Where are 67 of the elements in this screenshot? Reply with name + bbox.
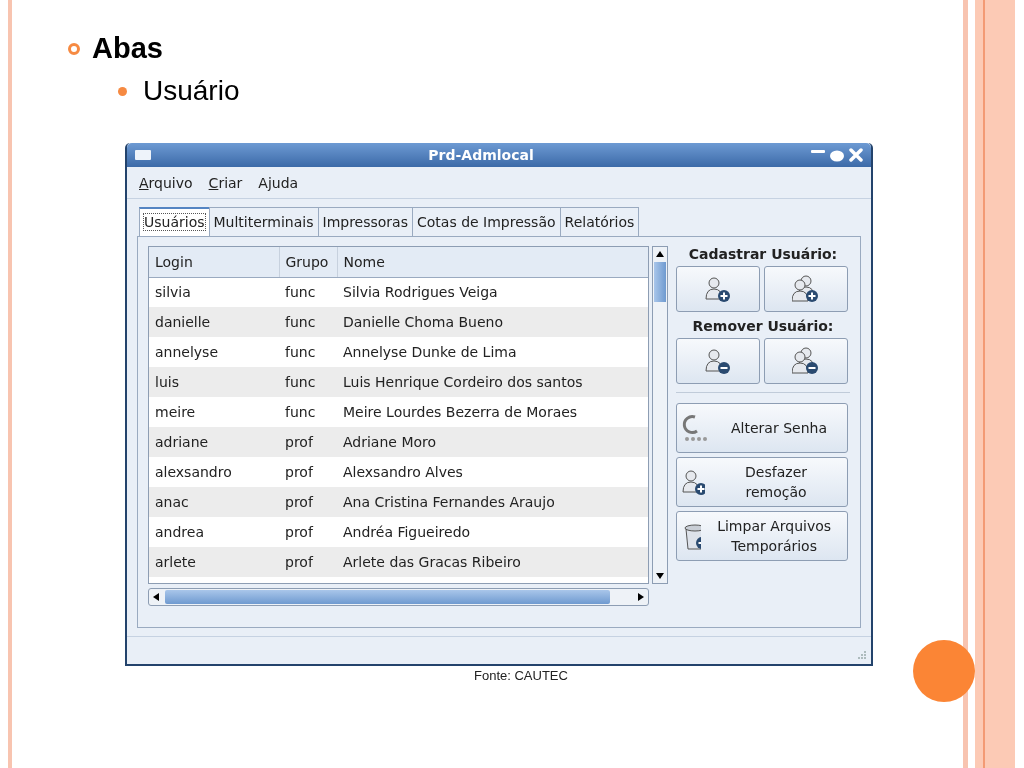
table-cell: silvia (149, 277, 279, 307)
menu-item[interactable]: Arquivo (131, 174, 201, 191)
source-caption: Fonte: CAUTEC (474, 668, 569, 683)
table-cell: prof (279, 517, 337, 547)
table-cell: prof (279, 547, 337, 577)
bullet-icon (68, 42, 80, 55)
slide-heading: Abas (92, 32, 163, 65)
window-menu-icon[interactable] (135, 149, 151, 161)
action-button[interactable]: Limpar Arquivos Temporários (676, 511, 848, 561)
scrollbar-thumb[interactable] (654, 262, 666, 302)
horizontal-scrollbar[interactable] (148, 588, 649, 606)
table-cell: func (279, 367, 337, 397)
tab[interactable]: Usuários (139, 207, 210, 236)
user-minus-icon (704, 347, 732, 375)
table-cell: Adriane Moro (337, 427, 648, 457)
tab[interactable]: Relatórios (559, 207, 640, 236)
table-cell: Arlete das Gracas Ribeiro (337, 547, 648, 577)
user-plus-icon (681, 468, 706, 496)
table-cell: func (279, 397, 337, 427)
remove-group-button[interactable] (764, 338, 848, 384)
table-cell: Luis Henrique Cordeiro dos santos (337, 367, 648, 397)
table-cell: func (279, 277, 337, 307)
add-user-button[interactable] (676, 266, 760, 312)
remove-user-button[interactable] (676, 338, 760, 384)
bullet-icon (118, 86, 127, 96)
action-button[interactable]: Desfazer remoção (676, 457, 848, 507)
column-header[interactable]: Grupo (279, 247, 337, 277)
table-cell: func (279, 337, 337, 367)
section-heading: Cadastrar Usuário: (687, 246, 839, 262)
window-title: Prd-Admlocal (428, 147, 534, 163)
table-cell: func (279, 307, 337, 337)
table-cell: Ana Cristina Fernandes Araujo (337, 487, 648, 517)
table-cell: adriane (149, 427, 279, 457)
table-cell: alexsandro (149, 457, 279, 487)
add-group-button[interactable] (764, 266, 848, 312)
table-cell: prof (279, 487, 337, 517)
user-plus-icon (704, 275, 732, 303)
column-header[interactable]: Nome (337, 247, 648, 277)
table-cell: prof (279, 427, 337, 457)
table-cell: luis (149, 367, 279, 397)
scrollbar-thumb[interactable] (165, 590, 610, 604)
resize-grip-icon[interactable] (857, 650, 867, 660)
close-icon[interactable] (849, 148, 863, 162)
table-cell: anac (149, 487, 279, 517)
column-header[interactable]: Login (149, 247, 279, 277)
menu-item[interactable]: Ajuda (250, 174, 307, 191)
table-cell: Danielle Choma Bueno (337, 307, 648, 337)
table-cell: Silvia Rodrigues Veiga (337, 277, 648, 307)
menu-item[interactable]: Criar (200, 174, 251, 191)
vertical-scrollbar[interactable] (652, 246, 668, 584)
trash-bin-icon (681, 521, 702, 551)
table-cell: danielle (149, 307, 279, 337)
table-cell: andrea (149, 517, 279, 547)
table-cell: arlete (149, 547, 279, 577)
table-cell: Alexsandro Alves (337, 457, 648, 487)
section-heading: Remover Usuário: (691, 318, 835, 334)
action-button[interactable]: Alterar Senha (676, 403, 848, 453)
group-plus-icon (792, 275, 820, 303)
slide-subheading: Usuário (143, 75, 240, 107)
maximize-icon[interactable] (829, 148, 845, 162)
table-cell: Meire Lourdes Bezerra de Moraes (337, 397, 648, 427)
table-cell: Andréa Figueiredo (337, 517, 648, 547)
table-cell: annelyse (149, 337, 279, 367)
group-minus-icon (792, 347, 820, 375)
table-cell: prof (279, 457, 337, 487)
table-cell: Annelyse Dunke de Lima (337, 337, 648, 367)
table-cell: meire (149, 397, 279, 427)
